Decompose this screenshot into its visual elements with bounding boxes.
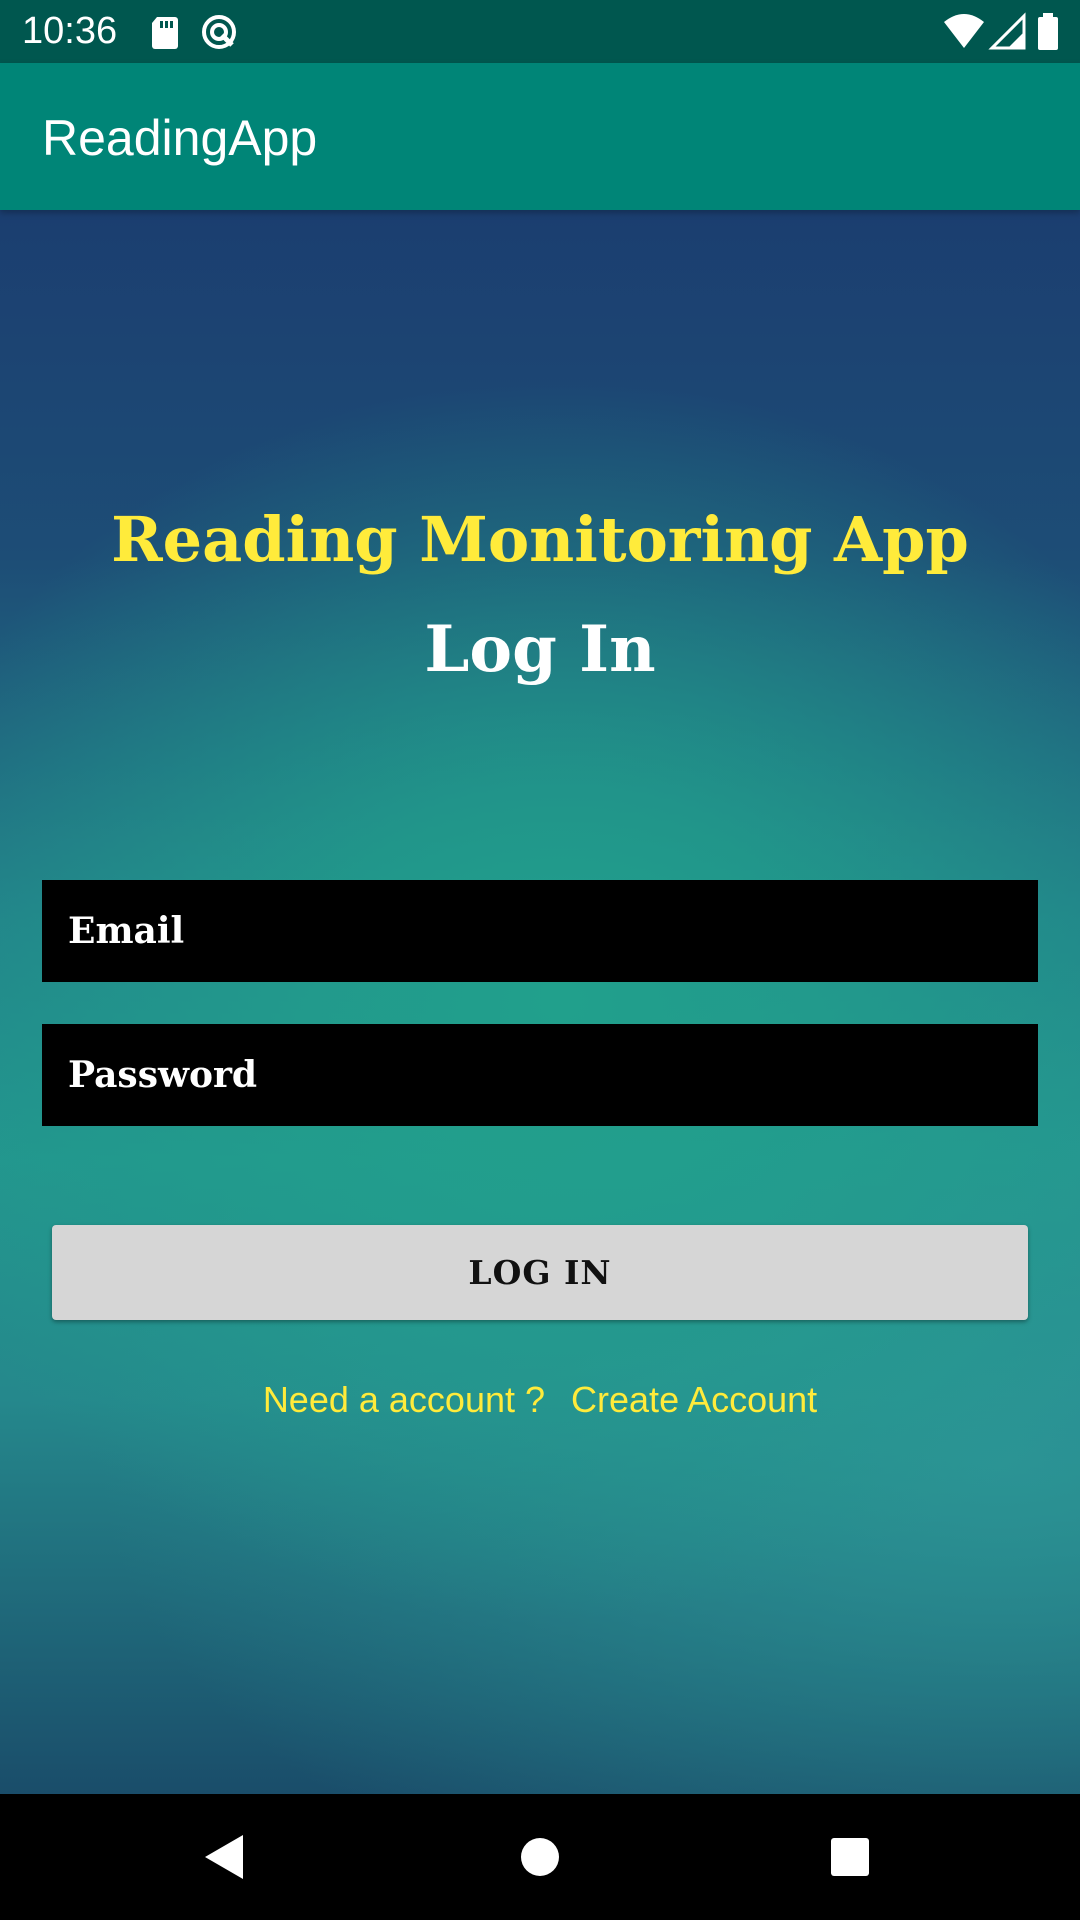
create-account-link[interactable]: Create Account: [571, 1378, 817, 1422]
email-field[interactable]: [42, 880, 1038, 982]
wifi-icon: [944, 14, 984, 48]
app-bar: ReadingApp: [0, 63, 1080, 210]
screen-heading: Log In: [424, 612, 656, 687]
account-prompt-text: Need a account ?: [262, 1379, 546, 1420]
password-field[interactable]: [42, 1024, 1038, 1126]
app-heading: Reading Monitoring App: [111, 503, 969, 576]
recents-icon[interactable]: [820, 1827, 880, 1887]
vpn-key-icon: [202, 15, 236, 49]
account-prompt-row: Need a account ? Create Account: [0, 1378, 1080, 1422]
home-icon[interactable]: [510, 1827, 570, 1887]
status-bar: 10:36: [0, 0, 1080, 63]
back-icon[interactable]: [195, 1827, 255, 1887]
login-screen: 10:36 ReadingApp Reading Monitoring App …: [0, 0, 1080, 1920]
sd-card-icon: [152, 17, 178, 49]
login-panel: Reading Monitoring App Log In LOG IN Nee…: [0, 210, 1080, 1794]
status-time: 10:36: [22, 10, 118, 52]
navigation-bar: [0, 1794, 1080, 1920]
battery-icon: [1038, 13, 1058, 50]
app-title: ReadingApp: [42, 110, 318, 166]
login-button[interactable]: LOG IN: [52, 1225, 1028, 1320]
signal-icon: [988, 12, 1026, 50]
